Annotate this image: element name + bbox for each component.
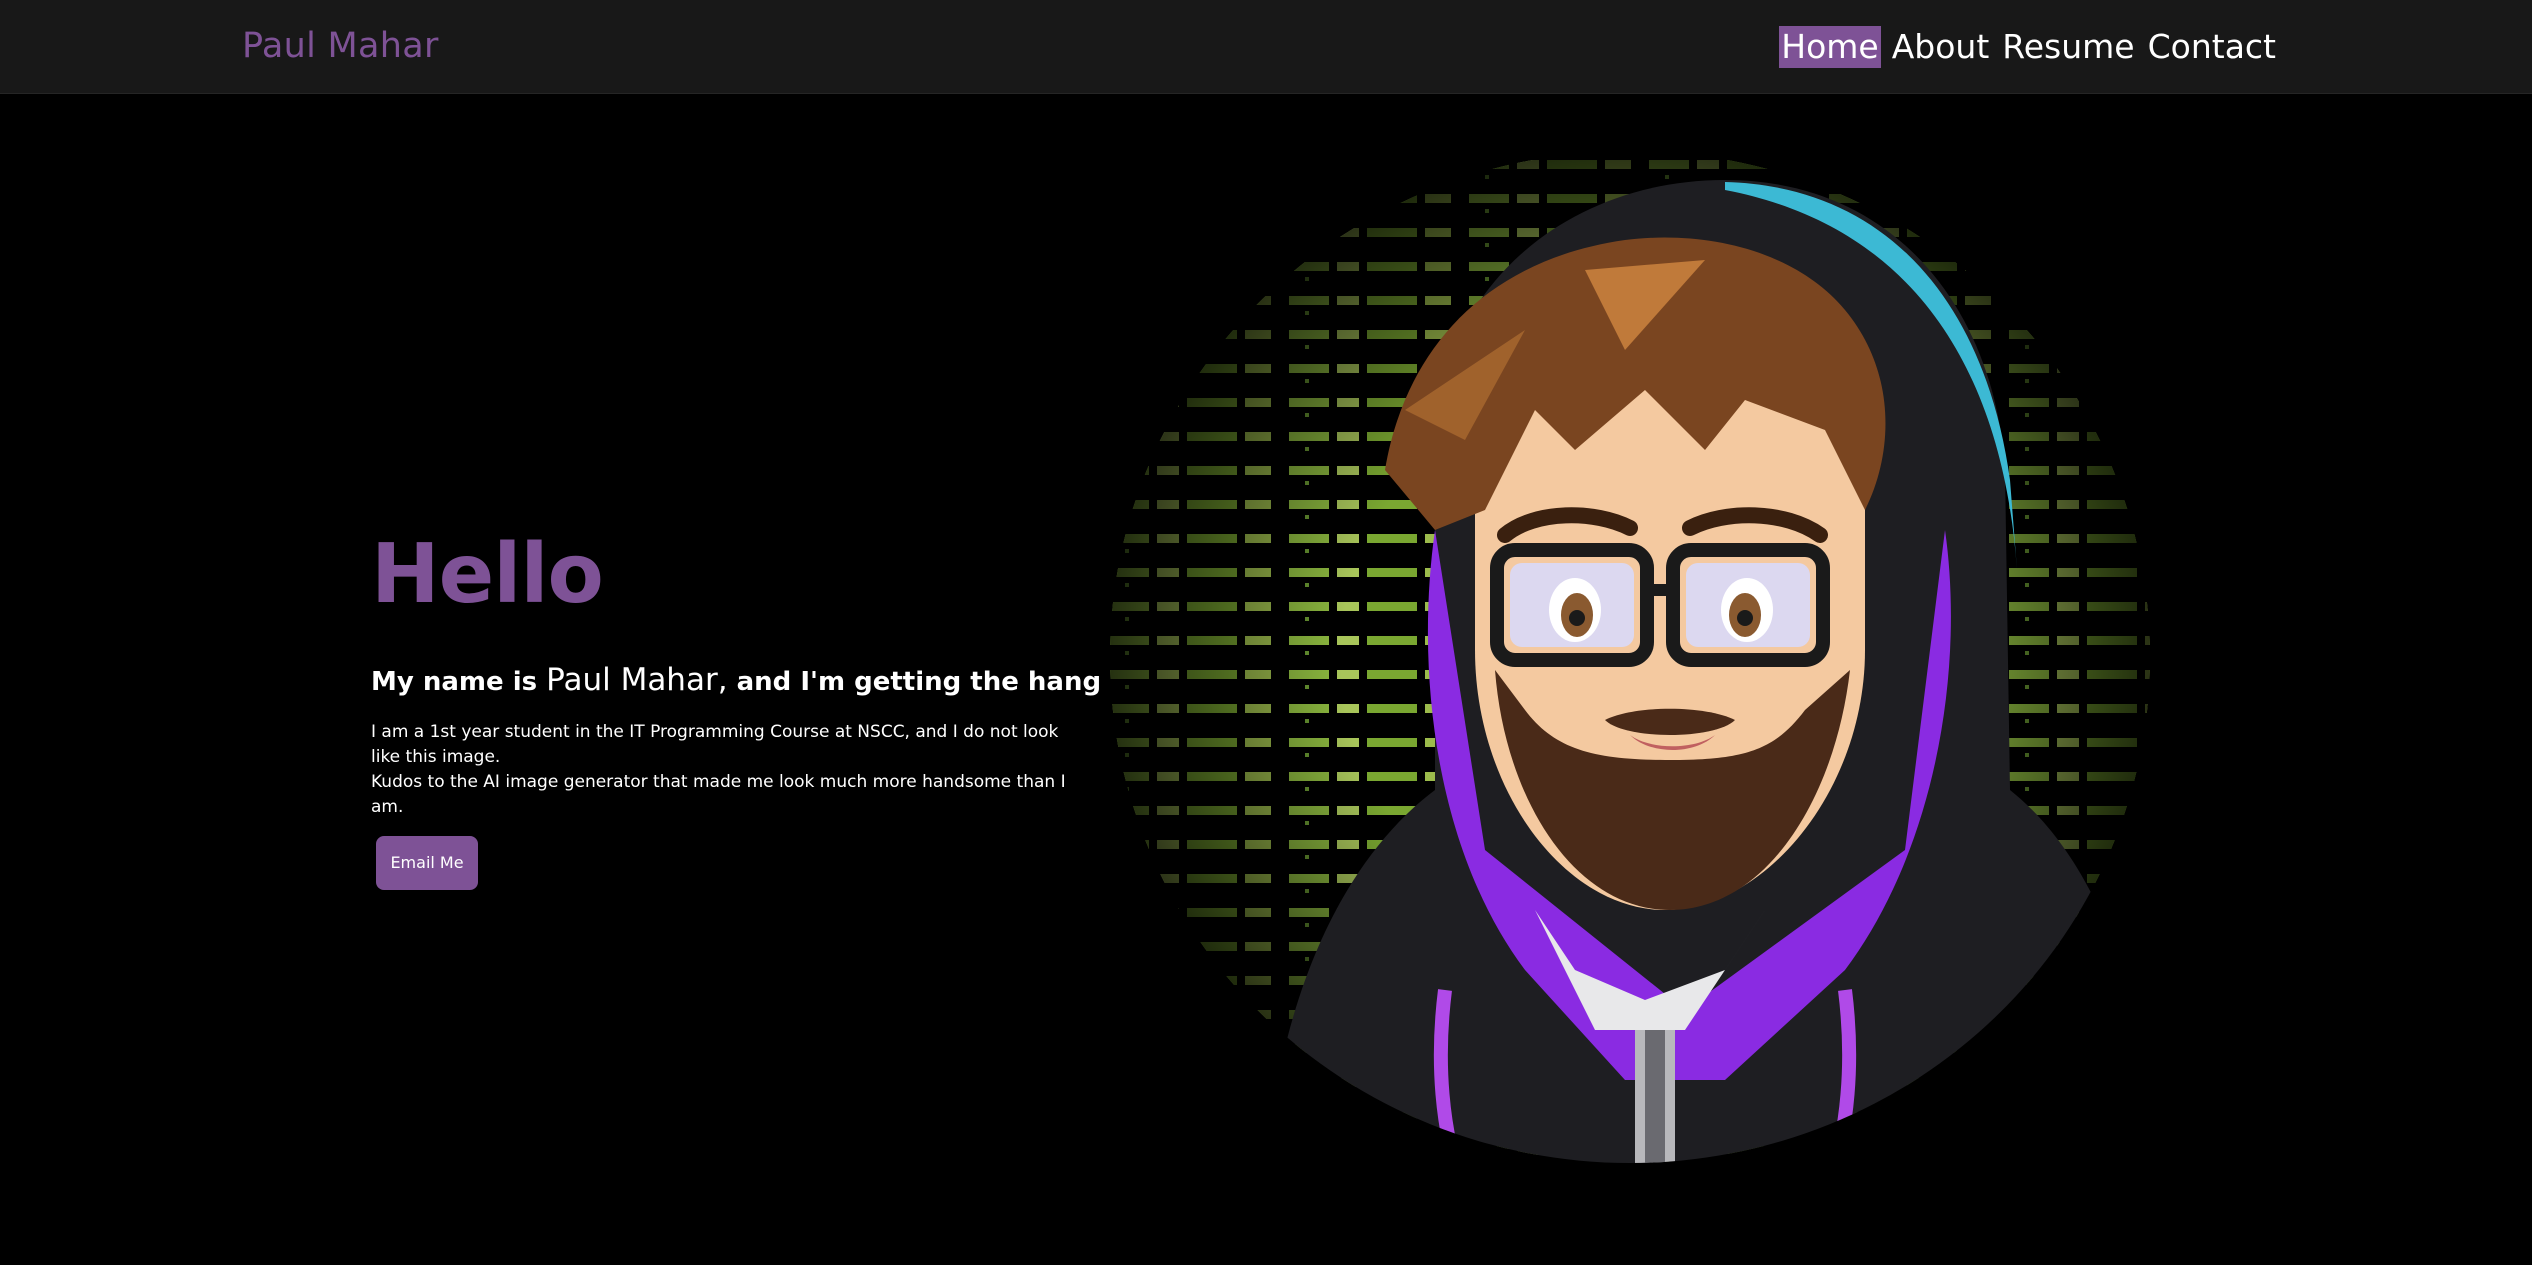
brand-logo[interactable]: Paul Mahar [242, 22, 439, 70]
description-line-1: I am a 1st year student in the IT Progra… [371, 722, 1059, 767]
intro-name: Paul Mahar, [546, 662, 728, 698]
nav-about[interactable]: About [1890, 26, 1992, 68]
hero-description: I am a 1st year student in the IT Progra… [371, 720, 1081, 820]
intro-prefix: My name is [371, 667, 547, 697]
nav-home[interactable]: Home [1779, 26, 1881, 68]
avatar-image [1105, 150, 2155, 1165]
nav-contact[interactable]: Contact [2146, 26, 2278, 68]
hero-intro: My name is Paul Mahar, and I'm getting t… [371, 660, 1214, 702]
email-me-button[interactable]: Email Me [376, 836, 478, 890]
avatar-illustration [1110, 151, 2150, 1163]
hero-section: Hello My name is Paul Mahar, and I'm get… [371, 520, 1214, 890]
nav-resume[interactable]: Resume [2000, 26, 2136, 68]
hero-greeting: Hello [371, 527, 604, 622]
description-line-2: Kudos to the AI image generator that mad… [371, 772, 1066, 817]
nav-links: Home About Resume Contact [1779, 26, 2278, 68]
navbar: Paul Mahar Home About Resume Contact [0, 0, 2532, 94]
